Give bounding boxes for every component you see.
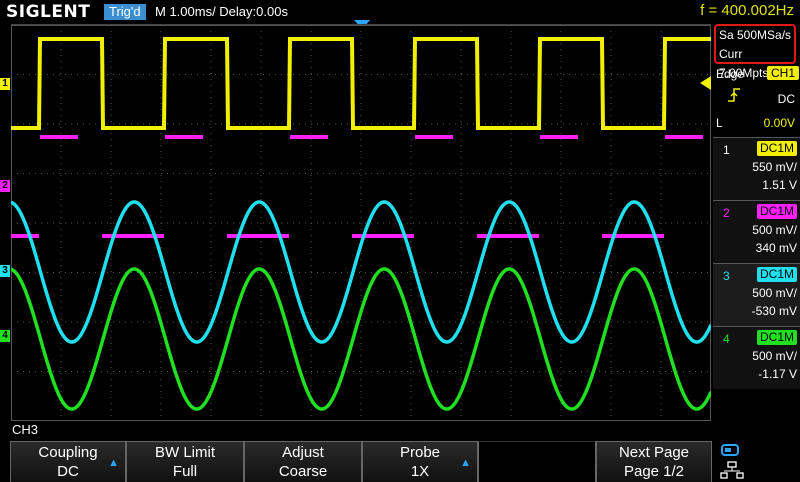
channel-number: 3 bbox=[723, 269, 730, 283]
rising-edge-icon bbox=[728, 88, 740, 102]
ch2-offset-marker[interactable]: 2 bbox=[0, 180, 10, 192]
channel-coupling-tag: DC1M bbox=[757, 204, 798, 219]
softkey-value: Full bbox=[172, 463, 198, 480]
trigger-level-label: L bbox=[716, 116, 723, 130]
channel-scale: 500 mV/ bbox=[752, 223, 797, 237]
graticule bbox=[11, 25, 711, 421]
channel-coupling-tag: DC1M bbox=[757, 267, 798, 282]
channel-number: 2 bbox=[723, 206, 730, 220]
trigger-status-badge: Trig'd bbox=[104, 4, 146, 20]
ch1-waveform bbox=[11, 37, 711, 130]
channel-4-info[interactable]: 4 DC1M 500 mV/ -1.17 V bbox=[713, 326, 800, 389]
cycle-arrow-icon: ▲ bbox=[460, 457, 471, 469]
softkey-value: Page 1/2 bbox=[623, 463, 685, 480]
active-channel-label: CH3 bbox=[12, 422, 39, 437]
cycle-arrow-icon: ▲ bbox=[108, 457, 119, 469]
channel-scale: 500 mV/ bbox=[752, 286, 797, 300]
sample-rate: Sa 500MSa/s bbox=[719, 28, 792, 42]
channel-1-info[interactable]: 1 DC1M 550 mV/ 1.51 V bbox=[713, 137, 800, 200]
channel-2-info[interactable]: 2 DC1M 500 mV/ 340 mV bbox=[713, 200, 800, 263]
trigger-info[interactable]: Edge CH1 DC L 0.00V bbox=[713, 64, 800, 136]
ch3-offset-marker[interactable]: 3 bbox=[0, 265, 10, 277]
waveform-display[interactable] bbox=[11, 24, 711, 421]
top-status-bar: SIGLENT Trig'd M 1.00ms/ Delay:0.00s f =… bbox=[0, 0, 800, 24]
channel-3-info[interactable]: 3 DC1M 500 mV/ -530 mV bbox=[713, 263, 800, 326]
channel-number: 4 bbox=[723, 332, 730, 346]
channel-offset: 340 mV bbox=[755, 241, 797, 255]
coupling-softkey[interactable]: Coupling DC ▲ bbox=[10, 441, 126, 482]
channel-offset: -1.17 V bbox=[758, 367, 797, 381]
softkey-title: Next Page bbox=[618, 444, 690, 461]
trigger-coupling: DC bbox=[777, 92, 795, 106]
trigger-type: Edge bbox=[716, 67, 745, 81]
network-usb-icon[interactable] bbox=[720, 444, 746, 480]
trigger-source: CH1 bbox=[767, 66, 800, 80]
softkey-title: BW Limit bbox=[155, 444, 215, 461]
softkey-value: Coarse bbox=[278, 463, 328, 480]
probe-softkey[interactable]: Probe 1X ▲ bbox=[362, 441, 478, 482]
empty-softkey bbox=[478, 441, 596, 482]
softkey-title: Adjust bbox=[282, 444, 324, 461]
channel-offset: -530 mV bbox=[751, 304, 797, 318]
channel-coupling-tag: DC1M bbox=[757, 141, 798, 156]
frequency-readout: f = 400.002Hz bbox=[700, 2, 794, 19]
softkey-menu: Coupling DC ▲ BW Limit Full Adjust Coars… bbox=[0, 441, 800, 482]
right-info-panel: Sa 500MSa/s Curr 7.00Mpts Edge CH1 DC L … bbox=[713, 24, 800, 434]
next-page-softkey[interactable]: Next Page Page 1/2 bbox=[596, 441, 712, 482]
ch1-offset-marker[interactable]: 1 bbox=[0, 78, 10, 90]
timebase-readout: M 1.00ms/ Delay:0.00s bbox=[155, 4, 288, 19]
acquisition-info: Sa 500MSa/s Curr 7.00Mpts bbox=[714, 24, 796, 80]
channel-scale: 500 mV/ bbox=[752, 349, 797, 363]
ch4-offset-marker[interactable]: 4 bbox=[0, 330, 10, 342]
channel-offset: 1.51 V bbox=[762, 178, 797, 192]
bw-limit-softkey[interactable]: BW Limit Full bbox=[126, 441, 244, 482]
adjust-softkey[interactable]: Adjust Coarse bbox=[244, 441, 362, 482]
trigger-level-icon[interactable] bbox=[700, 76, 711, 90]
trigger-level: 0.00V bbox=[763, 116, 795, 130]
channel-scale: 550 mV/ bbox=[752, 160, 797, 174]
brand-logo: SIGLENT bbox=[6, 2, 91, 22]
channel-coupling-tag: DC1M bbox=[757, 330, 798, 345]
channel-number: 1 bbox=[723, 143, 730, 157]
